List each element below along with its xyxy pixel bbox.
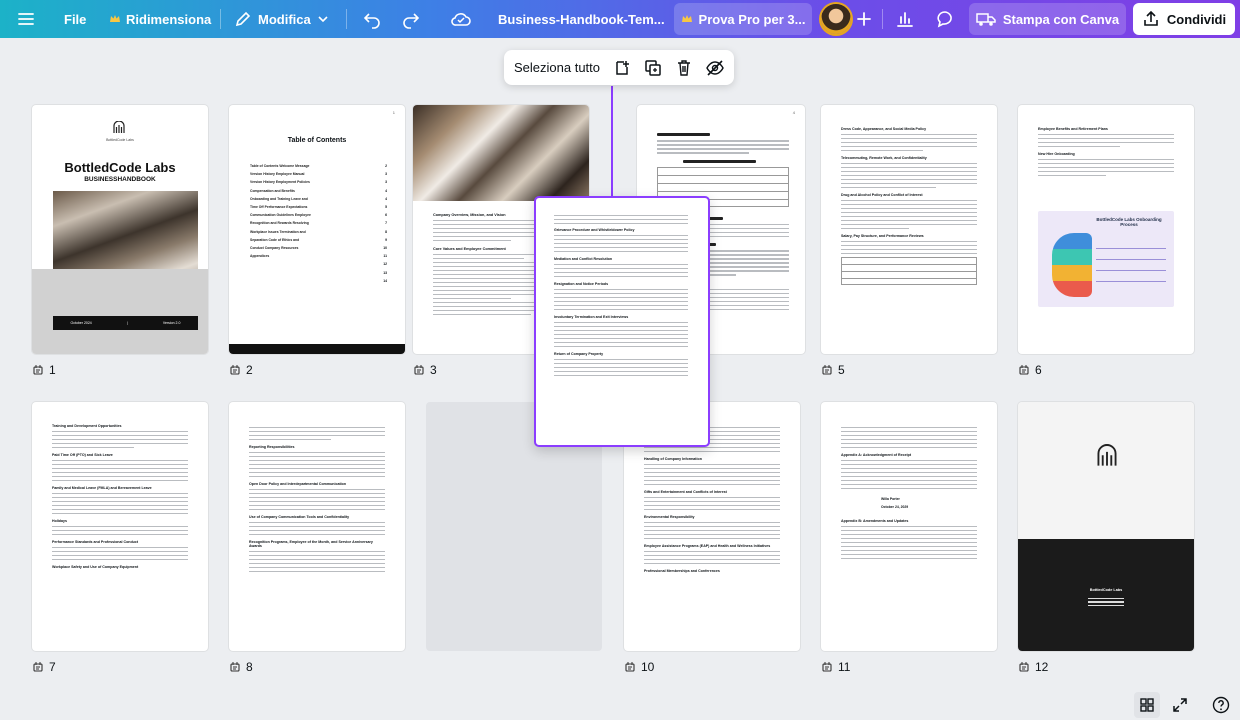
cloud-save-status[interactable] [450, 0, 472, 38]
edit-label: Modifica [258, 11, 311, 27]
cover-footer [32, 269, 208, 354]
page-thumbnail-12[interactable]: BottledCode Labs [1018, 402, 1194, 651]
hamburger-icon [18, 13, 34, 25]
brand-logo-icon [1097, 444, 1117, 466]
notes-icon [625, 662, 635, 672]
cloud-icon [451, 13, 471, 26]
page-label-8: 8 [229, 660, 253, 674]
notes-icon [230, 365, 240, 375]
notes-icon [822, 365, 832, 375]
comment-icon [937, 11, 952, 28]
share-icon [1144, 10, 1158, 26]
toc-list: Table of Contents Welcome Message Version… [250, 164, 311, 259]
meeting-photo [413, 105, 589, 201]
document-title[interactable]: Business-Handbook-Tem... [498, 0, 665, 38]
page-label-12: 12 [1018, 660, 1048, 674]
notes-icon [1019, 365, 1029, 375]
share-button[interactable]: Condividi [1133, 3, 1235, 35]
selection-toolbar: Seleziona tutto [504, 50, 734, 85]
insertion-indicator [611, 86, 613, 199]
grid-icon [1140, 698, 1154, 712]
add-page-button[interactable] [606, 50, 637, 85]
page-label-11: 11 [821, 660, 850, 674]
dragged-page-thumbnail[interactable]: Grievance Procedure and Whistleblower Po… [534, 196, 710, 447]
page-label-10: 10 [624, 660, 654, 674]
toc-footer-band [229, 344, 405, 354]
cover-band: October 2024 | Version 2.0 [53, 316, 198, 330]
grid-view-button[interactable] [1134, 692, 1160, 718]
page-label-1: 1 [32, 363, 56, 377]
chevron-down-icon [318, 16, 328, 23]
hide-page-button[interactable] [699, 50, 730, 85]
crown-icon [110, 15, 120, 22]
redo-icon [403, 13, 420, 29]
try-pro-button[interactable]: Prova Pro per 3... [674, 3, 812, 35]
add-collaborator-button[interactable] [855, 0, 873, 38]
page-label-3: 3 [413, 363, 437, 377]
back-cover-title: BottledCode Labs [1089, 588, 1123, 592]
cover-title: BottledCode Labs [64, 160, 176, 175]
page-thumbnail-8[interactable]: Reporting Responsibilities Open Door Pol… [229, 402, 405, 651]
bar-chart-icon [897, 12, 913, 27]
edit-mode-button[interactable]: Modifica [234, 0, 329, 38]
share-label: Condividi [1166, 11, 1227, 27]
notes-icon [33, 662, 43, 672]
print-label: Stampa con Canva [1002, 11, 1120, 27]
resize-button[interactable]: Ridimensiona [109, 0, 211, 38]
notes-icon [1019, 662, 1029, 672]
pencil-icon [235, 11, 251, 27]
notes-icon [822, 662, 832, 672]
crown-icon [681, 15, 692, 22]
help-icon [1212, 696, 1230, 714]
eye-off-icon [705, 59, 724, 76]
truck-icon [976, 13, 996, 26]
notes-icon [33, 365, 43, 375]
page-thumbnail-7[interactable]: Training and Development Opportunities P… [32, 402, 208, 651]
duplicate-icon [644, 59, 661, 76]
avatar [821, 4, 851, 34]
menu-button[interactable] [16, 0, 36, 38]
onboarding-graphic: BottledCode Labs Onboarding Process [1038, 211, 1174, 307]
redo-button[interactable] [401, 0, 421, 38]
plus-icon [857, 12, 871, 26]
notes-icon [414, 365, 424, 375]
fullscreen-button[interactable] [1167, 692, 1193, 718]
page-label-7: 7 [32, 660, 56, 674]
page-label-6: 6 [1018, 363, 1042, 377]
resize-label: Ridimensiona [126, 11, 212, 27]
select-all-button[interactable]: Seleziona tutto [504, 60, 606, 75]
file-label: File [64, 11, 87, 27]
delete-page-button[interactable] [668, 50, 699, 85]
user-avatar[interactable] [821, 0, 851, 38]
brand-logo-icon [113, 121, 125, 133]
toc-page-numbers: 2 3 3 4 4 5 6 7 8 9 10 11 12 13 14 [383, 164, 387, 283]
print-with-canva-button[interactable]: Stampa con Canva [969, 3, 1126, 35]
page-thumbnail-11[interactable]: Appendix A: Acknowledgment of Receipt Wi… [821, 402, 997, 651]
notes-icon [230, 662, 240, 672]
toc-title: Table of Contents [287, 137, 347, 144]
file-menu[interactable]: File [64, 0, 86, 38]
try-pro-label: Prova Pro per 3... [698, 11, 806, 27]
help-button[interactable] [1208, 692, 1234, 718]
expand-icon [1173, 698, 1187, 712]
cover-subtitle: BUSINESSHANDBOOK [84, 176, 156, 183]
page-thumbnail-6[interactable]: Employee Benefits and Retirement Plans N… [1018, 105, 1194, 354]
undo-icon [363, 13, 380, 29]
trash-icon [677, 59, 690, 76]
page-label-2: 2 [229, 363, 253, 377]
insights-button[interactable] [895, 0, 915, 38]
add-page-icon [615, 60, 629, 75]
page-thumbnail-5[interactable]: Dress Code, Appearance, and Social Media… [821, 105, 997, 354]
page-thumbnail-1[interactable]: BottledCode Labs BottledCode Labs BUSINE… [32, 105, 208, 354]
page-label-5: 5 [821, 363, 845, 377]
undo-button[interactable] [362, 0, 382, 38]
comments-button[interactable] [935, 0, 955, 38]
duplicate-page-button[interactable] [637, 50, 668, 85]
page-thumbnail-2[interactable]: 1 Table of Contents Table of Contents We… [229, 105, 405, 354]
editor-header: File Ridimensiona Modifica Business-Hand… [0, 0, 1240, 38]
cover-logo-text: BottledCode Labs [106, 138, 134, 142]
